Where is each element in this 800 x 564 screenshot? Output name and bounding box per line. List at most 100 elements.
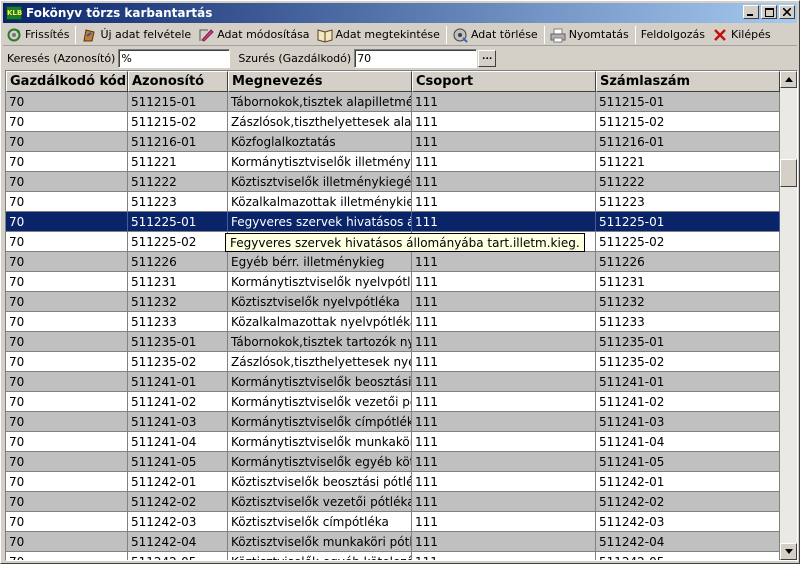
table-cell[interactable]: 111	[412, 452, 596, 472]
table-row[interactable]: 70511242-05Köztisztviselők egyéb kötelez…	[6, 552, 780, 560]
table-cell[interactable]: 70	[6, 252, 128, 272]
search-input[interactable]	[118, 48, 231, 68]
table-cell[interactable]: 511242-05	[596, 552, 780, 560]
table-cell[interactable]: 111	[412, 392, 596, 412]
table-cell[interactable]: Kormánytisztviselők munkakör	[228, 432, 412, 452]
table-cell[interactable]: 70	[6, 512, 128, 532]
table-cell[interactable]: 511241-02	[128, 392, 228, 412]
table-cell[interactable]: Köztisztviselők illetménykiegés	[228, 172, 412, 192]
table-row[interactable]: 70 511241-02 Kormánytisztviselők vezetői p…	[6, 392, 780, 412]
table-cell[interactable]: 511233	[596, 312, 780, 332]
table-cell[interactable]: 511241-03	[128, 412, 228, 432]
table-cell[interactable]: 511225-02	[596, 232, 780, 252]
table-cell[interactable]: Közalkalmazottak illetménykie	[228, 192, 412, 212]
table-cell[interactable]: Köztisztviselők címpótléka	[228, 512, 412, 532]
table-cell[interactable]: 111	[412, 472, 596, 492]
title-bar[interactable]: KLB Fokönyv törzs karbantartás	[3, 3, 797, 23]
table-cell[interactable]: 511225-01	[596, 212, 780, 232]
table-cell[interactable]: 511221	[128, 152, 228, 172]
table-row[interactable]: 70 511242-02 Köztisztviselők vezetői pótlé…	[6, 492, 780, 512]
table-row[interactable]: 70 511241-04 Kormánytisztviselők munkakör 1…	[6, 432, 780, 452]
column-header[interactable]: Megnevezés	[228, 71, 412, 92]
delete-record-button[interactable]: Adat törlése	[449, 25, 542, 45]
table-cell[interactable]: 111	[412, 512, 596, 532]
table-row[interactable]: 70 511216-01 Közfoglalkoztatás 111 511216-01	[6, 132, 780, 152]
table-cell[interactable]: 511225-01	[128, 212, 228, 232]
table-cell[interactable]: Köztisztviselők nyelvpótléka	[228, 292, 412, 312]
view-record-button[interactable]: Adat megtekintése	[314, 25, 444, 45]
table-cell[interactable]: 511241-01	[596, 372, 780, 392]
table-cell[interactable]: 70	[6, 452, 128, 472]
table-cell[interactable]: 511226	[596, 252, 780, 272]
table-cell[interactable]: Kormánytisztviselők illetményk	[228, 152, 412, 172]
table-cell[interactable]: 70	[6, 132, 128, 152]
table-cell[interactable]: 70	[6, 352, 128, 372]
table-cell[interactable]: 70	[6, 392, 128, 412]
table-cell[interactable]: Egyéb bérr. illetménykieg	[228, 252, 412, 272]
table-cell[interactable]: 70	[6, 312, 128, 332]
table-cell[interactable]: 511216-01	[596, 132, 780, 152]
table-cell[interactable]: 511225-02	[128, 232, 228, 252]
table-cell[interactable]: 111	[412, 212, 596, 232]
table-cell[interactable]: 70	[6, 212, 128, 232]
table-cell[interactable]: 511235-01	[128, 332, 228, 352]
table-cell[interactable]: 511242-01	[596, 472, 780, 492]
table-cell[interactable]: 511235-02	[128, 352, 228, 372]
table-cell[interactable]: 111	[412, 372, 596, 392]
table-row[interactable]: 70 511241-05 Kormánytisztviselők egyéb köt…	[6, 452, 780, 472]
table-cell[interactable]: 511241-04	[128, 432, 228, 452]
column-header[interactable]: Számlaszám	[596, 71, 780, 92]
table-row[interactable]: 70 511242-04 Köztisztviselők munkaköri pót…	[6, 532, 780, 552]
table-row[interactable]: 70 511232 Köztisztviselők nyelvpótléka 111 5…	[6, 292, 780, 312]
table-cell[interactable]: 511215-01	[128, 92, 228, 112]
table-cell[interactable]: Kormánytisztviselők nyelvpótlé	[228, 272, 412, 292]
table-row[interactable]: 70 511235-01 Tábornokok,tisztek tartozók n…	[6, 332, 780, 352]
table-cell[interactable]: 511242-02	[128, 492, 228, 512]
table-cell[interactable]: 511221	[596, 152, 780, 172]
table-cell[interactable]: 111	[412, 112, 596, 132]
table-cell[interactable]: 511232	[128, 292, 228, 312]
table-cell[interactable]: Közalkalmazottak nyelvpótléka	[228, 312, 412, 332]
table-cell[interactable]: 111	[412, 272, 596, 292]
table-cell[interactable]: 511241-01	[128, 372, 228, 392]
table-cell[interactable]: 511242-03	[128, 512, 228, 532]
table-cell[interactable]: 111	[412, 292, 596, 312]
data-grid[interactable]: Gazdálkodó kód Azonosító Megnevezés Csop…	[5, 70, 798, 561]
browse-button[interactable]: ...	[478, 49, 497, 67]
table-cell[interactable]: Kormánytisztviselők címpótlék	[228, 412, 412, 432]
table-cell[interactable]: Közfoglalkoztatás	[228, 132, 412, 152]
table-cell[interactable]: 70	[6, 112, 128, 132]
new-record-button[interactable]: Új adat felvétele	[78, 25, 195, 45]
table-row[interactable]: 70 511223 Közalkalmazottak illetménykie 111…	[6, 192, 780, 212]
table-row[interactable]: 70 511225-01 Fegyveres szervek hivatásos á…	[6, 212, 780, 232]
table-cell[interactable]: 111	[412, 332, 596, 352]
table-cell[interactable]: Köztisztviselők vezetői pótléka	[228, 492, 412, 512]
refresh-button[interactable]: Frissítés	[3, 25, 73, 45]
table-cell[interactable]: 511241-05	[596, 452, 780, 472]
table-cell[interactable]: 511242-02	[596, 492, 780, 512]
maximize-button[interactable]	[761, 5, 777, 19]
table-row[interactable]: 70 511226 Egyéb bérr. illetménykieg 111 5112…	[6, 252, 780, 272]
table-row[interactable]: 70 511241-01 Kormánytisztviselők beosztási…	[6, 372, 780, 392]
table-cell[interactable]: 70	[6, 472, 128, 492]
table-row[interactable]: 70 511231 Kormánytisztviselők nyelvpótlé 11…	[6, 272, 780, 292]
table-cell[interactable]: 111	[412, 432, 596, 452]
table-cell[interactable]: 70	[6, 432, 128, 452]
table-cell[interactable]: 70	[6, 532, 128, 552]
table-cell[interactable]: 70	[6, 332, 128, 352]
table-cell[interactable]: 511241-05	[128, 452, 228, 472]
table-row[interactable]: 70 511222 Köztisztviselők illetménykiegés 1…	[6, 172, 780, 192]
minimize-button[interactable]	[743, 5, 759, 19]
table-cell[interactable]: Tábornokok,tisztek alapilletmé	[228, 92, 412, 112]
table-cell[interactable]: 111	[412, 92, 596, 112]
table-cell[interactable]: 511241-03	[596, 412, 780, 432]
table-cell[interactable]: Zászlósok,tiszthelyettesek nye	[228, 352, 412, 372]
table-cell[interactable]: 511215-02	[596, 112, 780, 132]
column-header[interactable]: Gazdálkodó kód	[6, 71, 128, 92]
table-row[interactable]: 70 511215-01 Tábornokok,tisztek alapilletm…	[6, 92, 780, 112]
table-cell[interactable]: 111	[412, 252, 596, 272]
table-cell[interactable]: 511232	[596, 292, 780, 312]
table-row[interactable]: 70 511235-02 Zászlósok,tiszthelyettesek ny…	[6, 352, 780, 372]
table-row[interactable]: 70 511241-03 Kormánytisztviselők címpótlék…	[6, 412, 780, 432]
table-cell[interactable]: 511235-01	[596, 332, 780, 352]
